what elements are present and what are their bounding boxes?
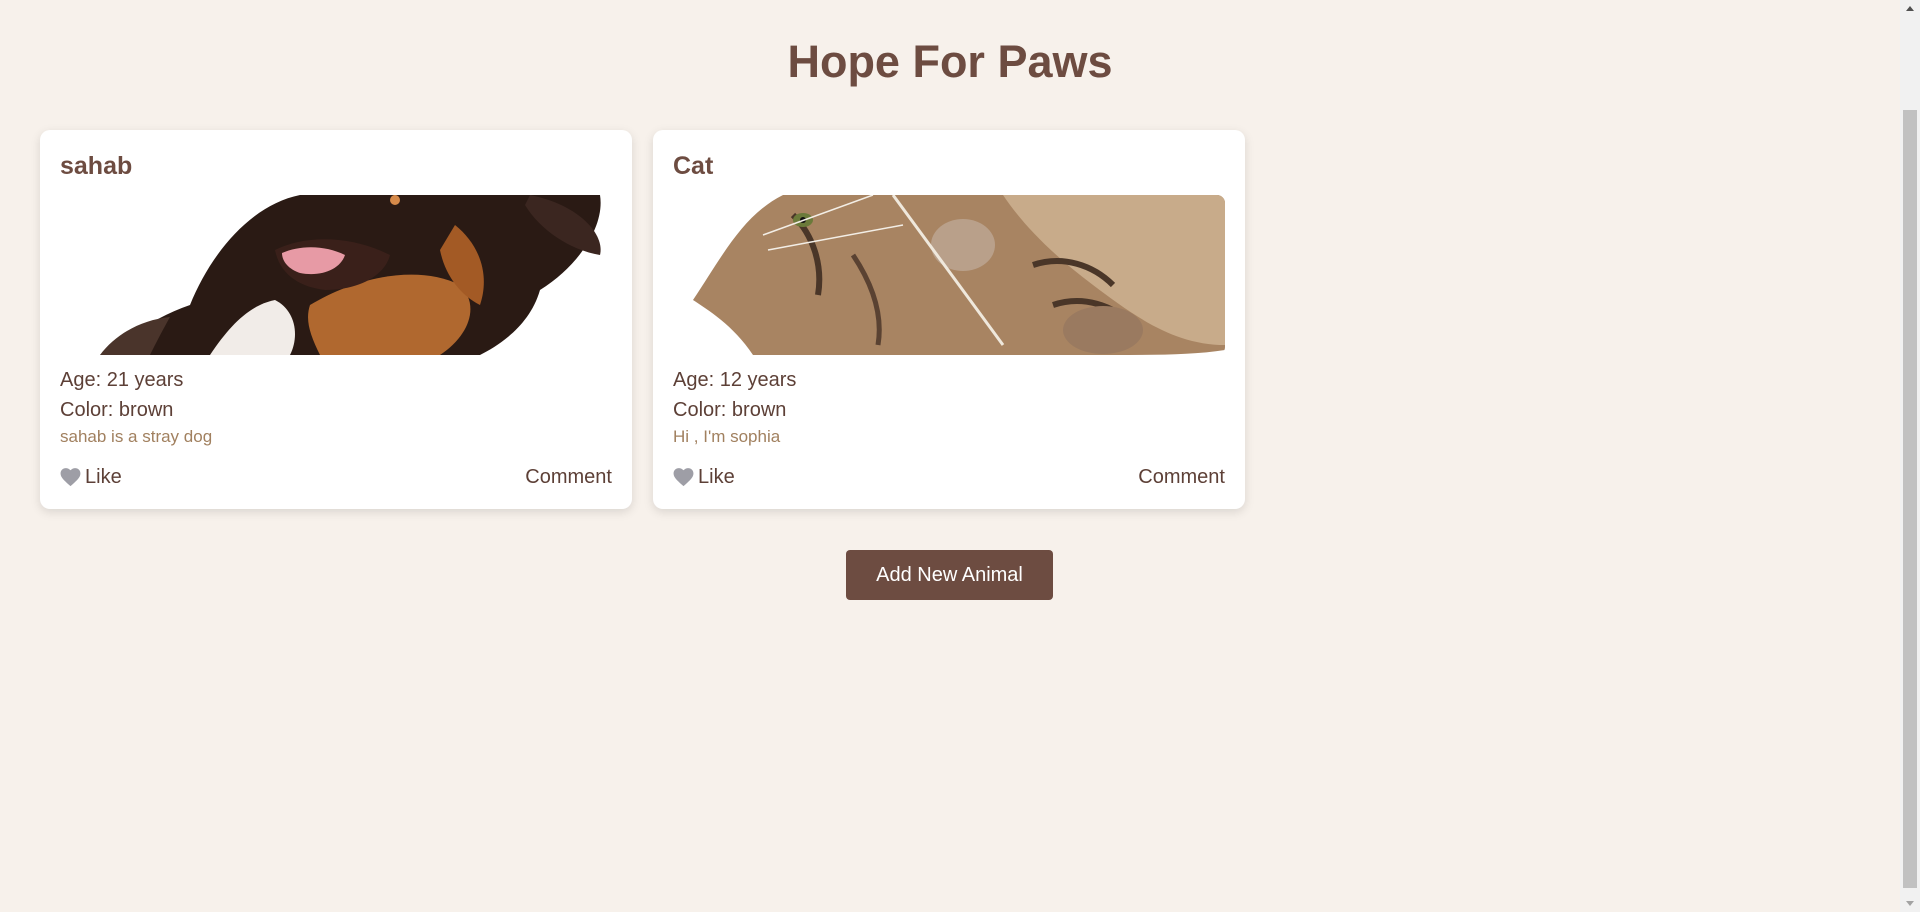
animal-age: Age: 12 years [673, 369, 797, 391]
animal-name: Cat [673, 152, 714, 180]
cat-image [673, 195, 1225, 355]
like-label: Like [85, 465, 122, 488]
scrollbar-thumb[interactable] [1903, 110, 1917, 888]
heart-icon [673, 467, 694, 486]
like-label: Like [698, 465, 735, 488]
animal-card: sahab Age: 21 years Color: brown sahab i… [40, 130, 632, 509]
animal-card: Cat Age: 12 years Color: brown Hi , I'm … [653, 130, 1245, 509]
comment-button[interactable]: Comment [1138, 464, 1225, 490]
like-button[interactable]: Like [60, 464, 122, 490]
heart-icon [60, 467, 81, 486]
page: Hope For Paws sahab Age: 21 years Color:… [0, 0, 1900, 912]
scroll-down-arrow-icon[interactable] [1900, 895, 1920, 912]
page-title: Hope For Paws [787, 36, 1113, 87]
vertical-scrollbar[interactable] [1900, 0, 1920, 912]
animal-name: sahab [60, 152, 133, 180]
animal-color: Color: brown [60, 399, 174, 421]
animal-description: Hi , I'm sophia [673, 427, 781, 446]
like-button[interactable]: Like [673, 464, 735, 490]
dog-image [60, 195, 612, 355]
animal-color: Color: brown [673, 399, 787, 421]
scroll-up-arrow-icon[interactable] [1900, 0, 1920, 17]
comment-button[interactable]: Comment [525, 464, 612, 490]
add-new-animal-button[interactable]: Add New Animal [846, 550, 1053, 600]
animal-age: Age: 21 years [60, 369, 184, 391]
animal-description: sahab is a stray dog [60, 427, 213, 446]
